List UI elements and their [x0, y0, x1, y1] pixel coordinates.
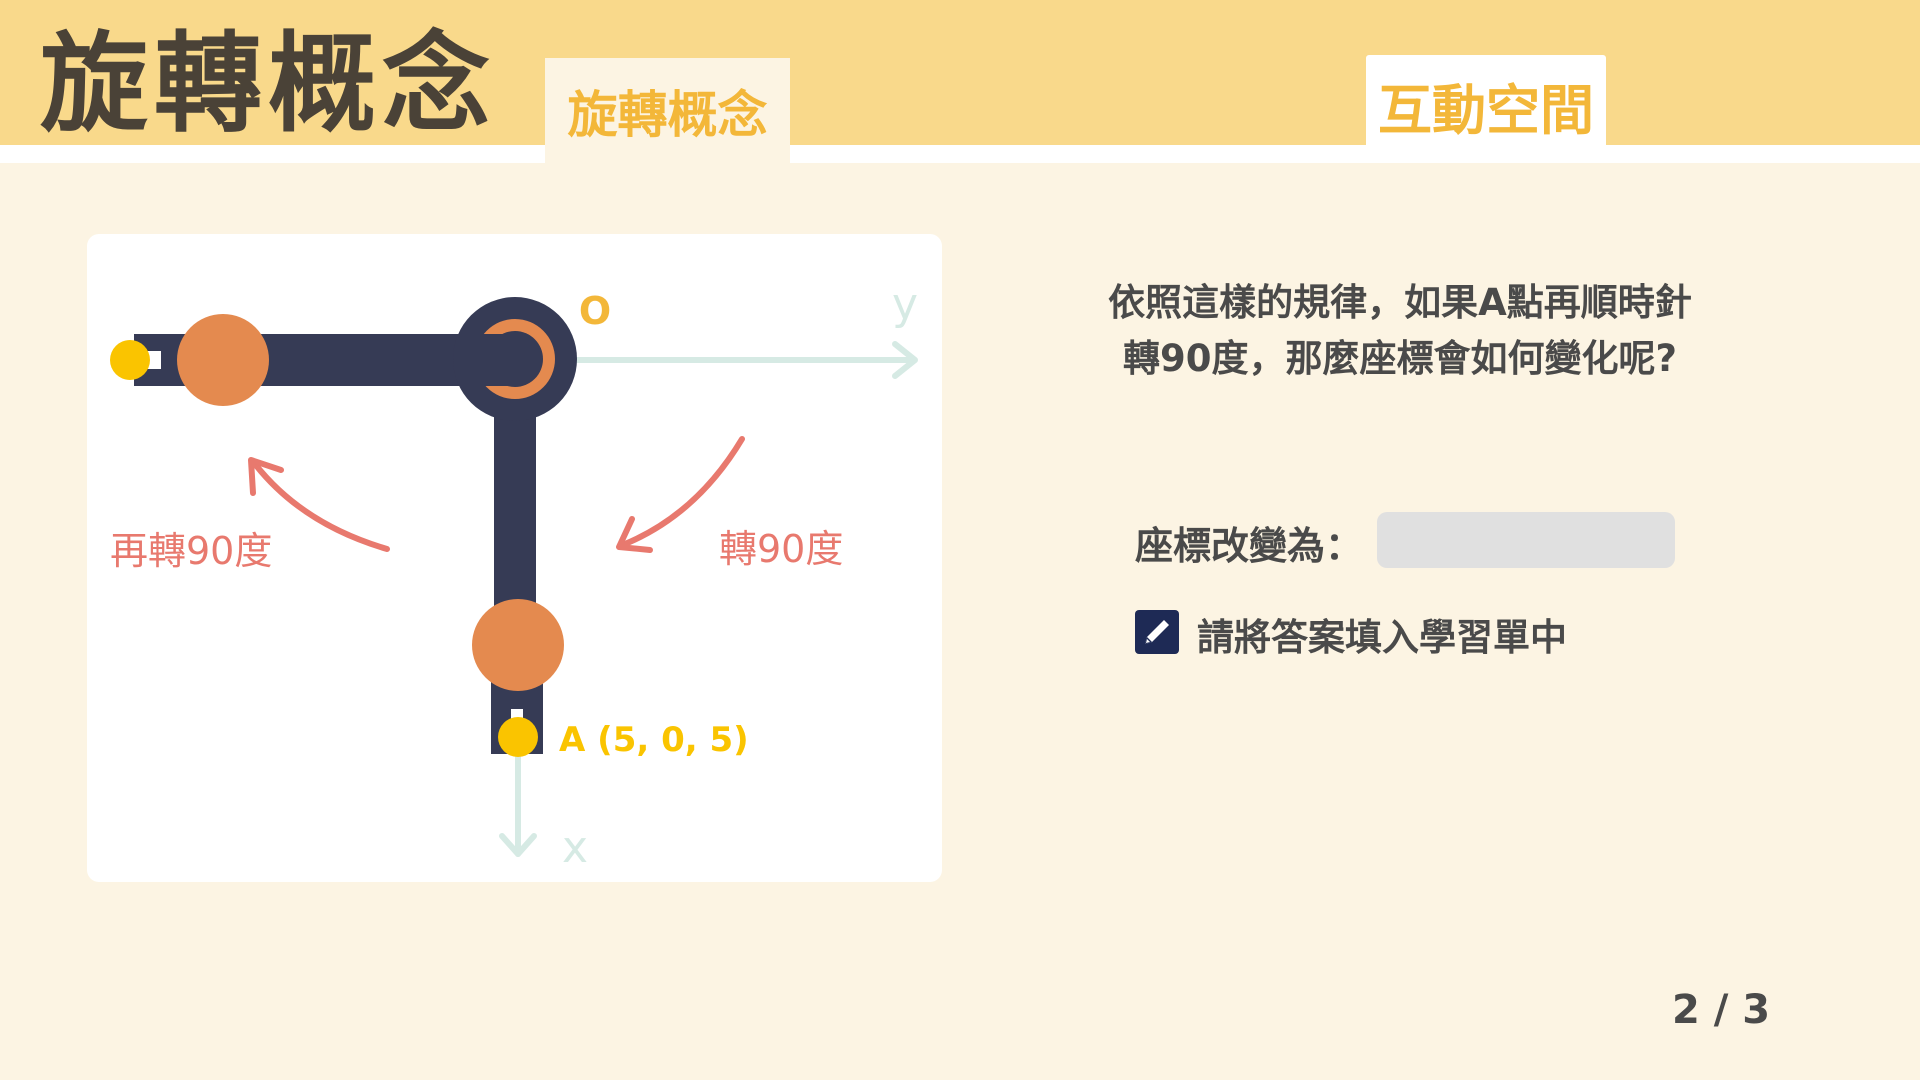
- question-line-2: 轉90度，那麼座標會如何變化呢?: [1123, 337, 1677, 380]
- question-text: 依照這樣的規律，如果A點再順時針 轉90度，那麼座標會如何變化呢?: [1060, 275, 1740, 387]
- original-arm: [472, 384, 564, 757]
- answer-label: 座標改變為：: [1135, 524, 1364, 568]
- robot-arm-diagram: O y x A (5, 0, 5) 轉90度 再轉90度: [110, 279, 918, 873]
- rotation-diagram-card: O y x A (5, 0, 5) 轉90度 再轉90度: [87, 234, 942, 882]
- question-line-1: 依照這樣的規律，如果A點再順時針: [1108, 281, 1692, 324]
- origin-joint: [453, 297, 577, 421]
- rotate-label: 轉90度: [719, 527, 843, 571]
- original-arm-joint: [472, 599, 564, 691]
- page-title: 旋轉概念: [40, 22, 497, 147]
- tab-interactive-space[interactable]: 互動空間: [1366, 55, 1606, 155]
- point-a: [498, 717, 538, 757]
- tab-rotation-concept[interactable]: 旋轉概念: [545, 58, 790, 163]
- x-axis-label: x: [562, 822, 588, 873]
- rotated-arm-joint: [177, 314, 269, 406]
- page-indicator: 2 / 3: [1672, 987, 1771, 1033]
- y-axis-label: y: [892, 279, 918, 330]
- point-a-label: A (5, 0, 5): [559, 720, 749, 760]
- rotate-again-label: 再轉90度: [110, 529, 272, 573]
- rotated-point-a: [110, 340, 150, 380]
- answer-input[interactable]: [1377, 512, 1675, 568]
- pencil-icon: [1135, 610, 1179, 654]
- origin-label: O: [579, 289, 611, 333]
- worksheet-note: 請將答案填入學習單中: [1197, 616, 1567, 659]
